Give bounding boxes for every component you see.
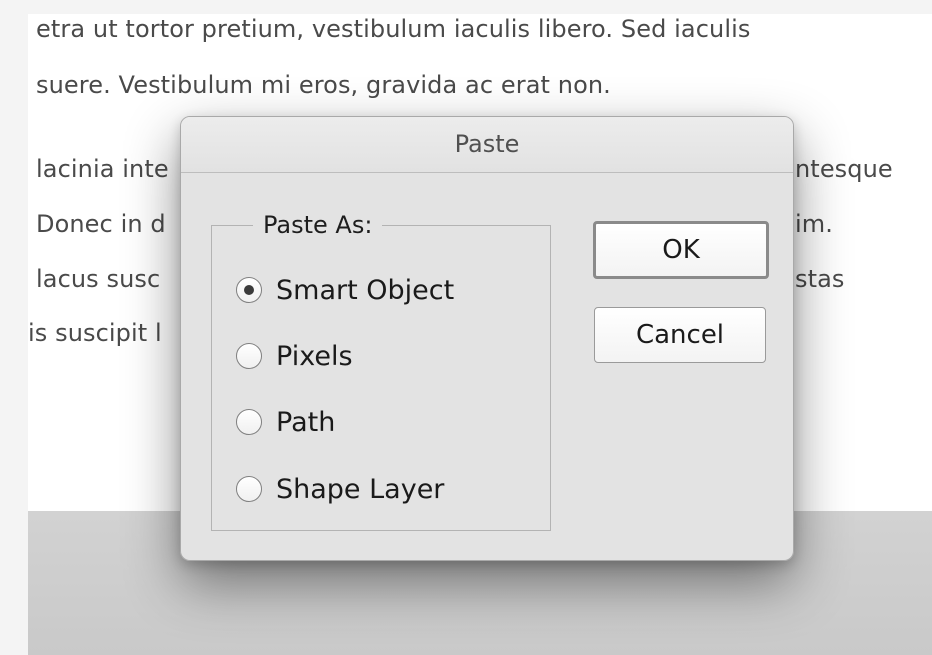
paste-dialog: Paste Paste As: Smart Object Pixels Path…: [180, 116, 794, 561]
radio-label: Pixels: [276, 340, 353, 372]
dialog-titlebar[interactable]: Paste: [181, 117, 793, 173]
document-text-line: is suscipit l: [28, 319, 162, 347]
dialog-title: Paste: [454, 130, 520, 158]
radio-label: Smart Object: [276, 274, 455, 306]
radio-shape-layer[interactable]: Shape Layer: [236, 471, 444, 507]
document-text-line: stas: [795, 265, 845, 293]
document-text-line: lacus susc: [36, 265, 161, 293]
document-text-line: im.: [795, 210, 833, 238]
cancel-button[interactable]: Cancel: [594, 307, 766, 363]
radio-smart-object[interactable]: Smart Object: [236, 272, 454, 308]
document-text-line: ntesque: [795, 155, 893, 183]
radio-button-icon[interactable]: [236, 409, 262, 435]
radio-button-icon[interactable]: [236, 343, 262, 369]
ok-button[interactable]: OK: [593, 221, 769, 279]
radio-path[interactable]: Path: [236, 404, 335, 440]
document-text-line: lacinia inte: [36, 155, 169, 183]
radio-label: Shape Layer: [276, 473, 445, 505]
radio-button-icon[interactable]: [236, 476, 262, 502]
document-text-line: etra ut tortor pretium, vestibulum iacul…: [36, 15, 751, 43]
document-text-line: Donec in d: [36, 210, 166, 238]
radio-button-checked-icon[interactable]: [236, 277, 262, 303]
radio-label: Path: [276, 406, 336, 438]
screen: etra ut tortor pretium, vestibulum iacul…: [0, 0, 932, 655]
document-text-line: suere. Vestibulum mi eros, gravida ac er…: [36, 71, 611, 99]
paste-as-label: Paste As:: [253, 211, 383, 239]
radio-pixels[interactable]: Pixels: [236, 338, 353, 374]
